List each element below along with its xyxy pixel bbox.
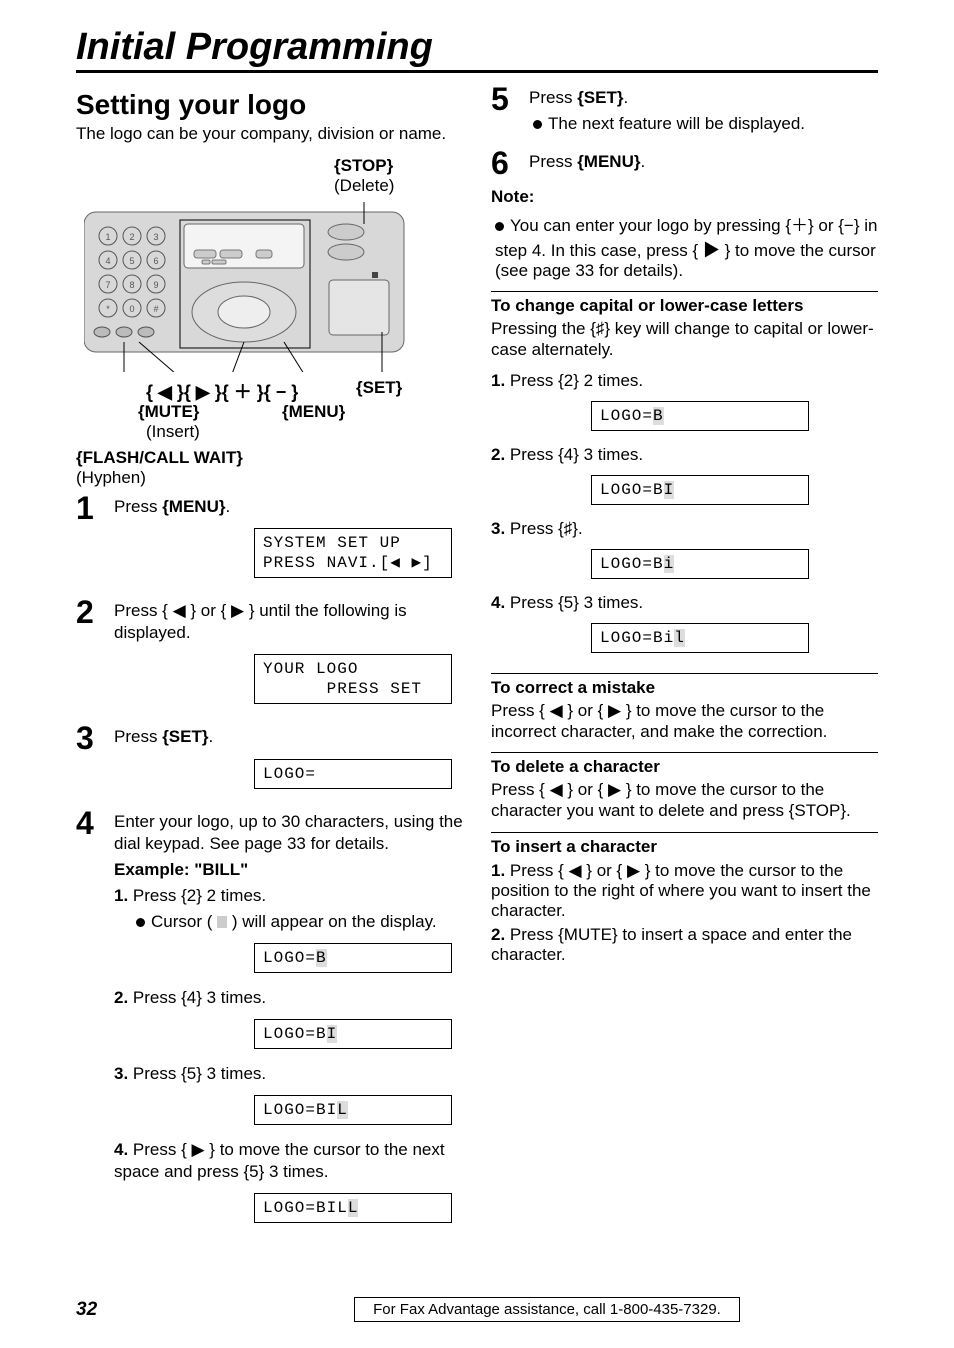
stop-key-label: {STOP} (334, 156, 393, 175)
mute-key-label: {MUTE} (138, 402, 199, 421)
svg-text:8: 8 (129, 280, 134, 290)
menu-key: {MENU} (577, 152, 640, 171)
svg-text:9: 9 (153, 280, 158, 290)
mute-key-sub: (Insert) (146, 422, 200, 442)
caps-heading: To change capital or lower-case letters (491, 296, 878, 316)
delete-heading: To delete a character (491, 757, 878, 777)
step-text: Press { ◀ } or { ▶ } until the following… (114, 600, 463, 644)
note-body: You can enter your logo by pressing {＋} … (495, 216, 877, 280)
lcd-display: LOGO=Bil (591, 623, 809, 653)
lcd-display: LOGO= (254, 759, 452, 789)
lcd-display: LOGO=B (254, 943, 452, 973)
menu-key: {MENU} (162, 497, 225, 516)
flash-key-sub: (Hyphen) (76, 468, 146, 488)
section-heading: Setting your logo (76, 89, 463, 121)
lcd-display: LOGO=BIL (254, 1095, 452, 1125)
svg-text:1: 1 (105, 232, 110, 242)
lcd-display: SYSTEM SET UP PRESS NAVI.[◀ ▶] (254, 528, 452, 578)
delete-body: Press { ◀ } or { ▶ } to move the cursor … (491, 779, 878, 822)
step-number: 1 (76, 492, 114, 524)
step-number: 6 (491, 147, 529, 179)
svg-text:#: # (153, 304, 158, 314)
caps-body: Pressing the {♯} key will change to capi… (491, 318, 878, 361)
arrow-keys-label: { ◀ }{ ▶ }{ ＋ }{ − } (146, 378, 298, 404)
step-number: 5 (491, 83, 529, 115)
correct-body: Press { ◀ } or { ▶ } to move the cursor … (491, 700, 878, 743)
svg-text:2: 2 (129, 232, 134, 242)
stop-key-sub: (Delete) (334, 176, 394, 196)
page-number: 32 (76, 1299, 216, 1321)
step-number: 3 (76, 722, 114, 754)
menu-key-label: {MENU} (282, 402, 345, 422)
lcd-display: LOGO=Bi (591, 549, 809, 579)
device-svg: 1 2 3 4 5 6 7 8 9 * 0 # (84, 202, 424, 372)
correct-heading: To correct a mistake (491, 678, 878, 698)
lcd-display: LOGO=B (591, 401, 809, 431)
svg-text:5: 5 (129, 256, 134, 266)
device-diagram: {STOP} (Delete) 1 2 3 4 5 (76, 154, 463, 484)
step-number: 4 (76, 807, 114, 839)
insert-heading: To insert a character (491, 837, 878, 857)
cursor-icon (217, 916, 227, 928)
flash-key-label: {FLASH/CALL WAIT} (76, 448, 243, 468)
step-text: Enter your logo, up to 30 characters, us… (114, 811, 463, 855)
svg-text:*: * (106, 304, 110, 314)
step-number: 2 (76, 596, 114, 628)
lcd-display: LOGO=BI (591, 475, 809, 505)
svg-text:6: 6 (153, 256, 158, 266)
set-key: {SET} (577, 88, 623, 107)
svg-text:4: 4 (105, 256, 110, 266)
intro-text: The logo can be your company, division o… (76, 123, 463, 144)
set-key: {SET} (162, 727, 208, 746)
lcd-display: LOGO=BILL (254, 1193, 452, 1223)
svg-text:3: 3 (153, 232, 158, 242)
svg-text:0: 0 (129, 304, 134, 314)
note-heading: Note: (491, 187, 878, 207)
svg-text:7: 7 (105, 280, 110, 290)
page-title: Initial Programming (76, 28, 878, 73)
lcd-display: YOUR LOGO PRESS SET (254, 654, 452, 704)
set-key-label: {SET} (356, 378, 402, 398)
example-label: Example: "BILL" (114, 860, 248, 879)
lcd-display: LOGO=BI (254, 1019, 452, 1049)
footer-text: For Fax Advantage assistance, call 1-800… (354, 1297, 740, 1322)
